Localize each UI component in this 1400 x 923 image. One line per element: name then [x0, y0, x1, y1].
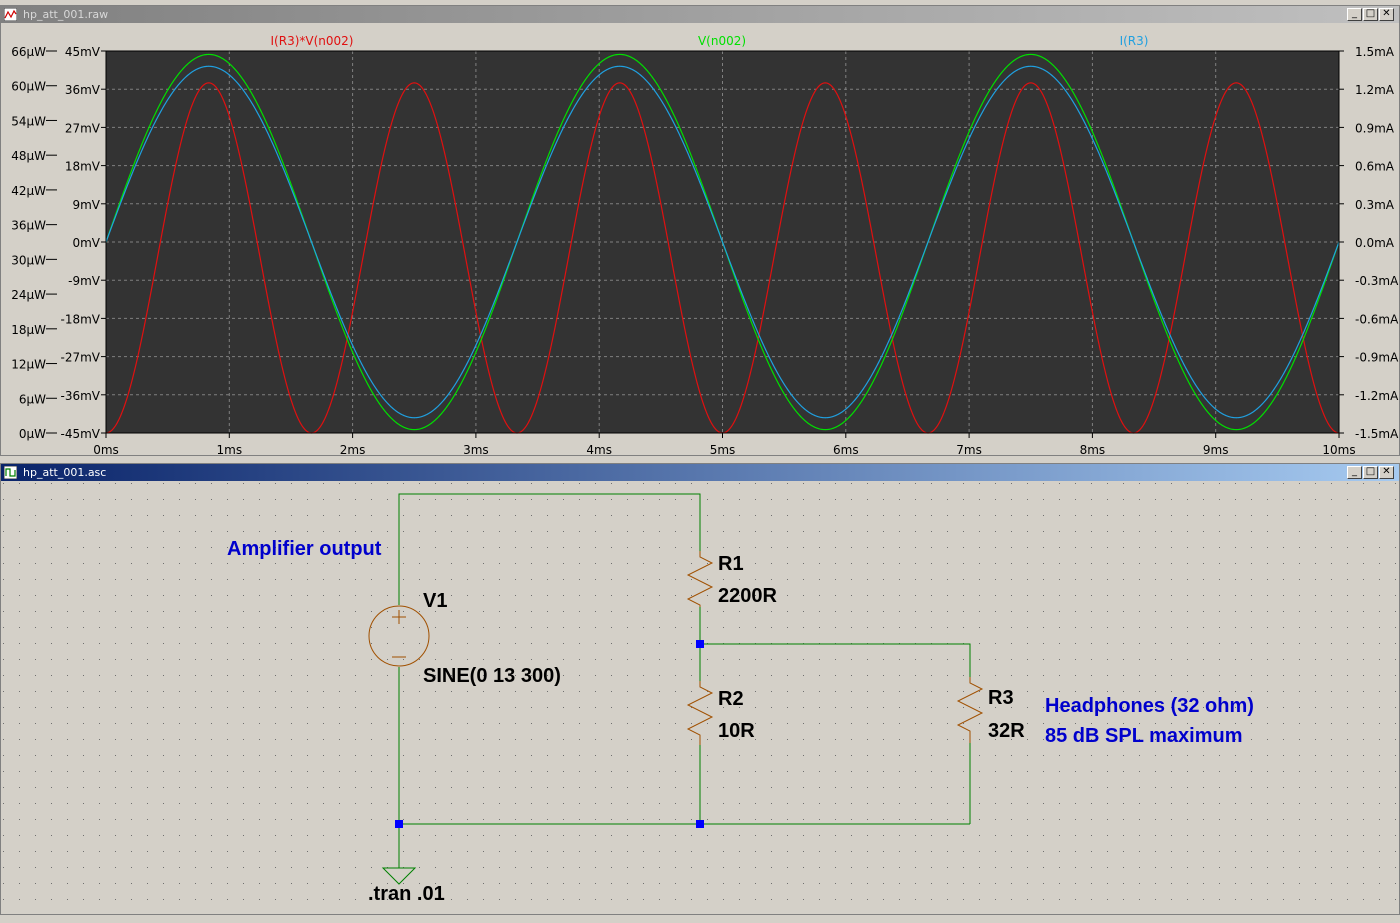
current-axis-label: 0.9mA	[1355, 121, 1395, 135]
voltage-axis-label: -18mV	[61, 312, 101, 326]
junction-node	[696, 640, 704, 648]
current-axis-label: -0.6mA	[1355, 312, 1399, 326]
waveform-window-titlebar[interactable]: hp_att_001.raw _ □ ✕	[1, 6, 1399, 23]
schematic-app-icon	[4, 466, 17, 479]
power-axis-label: 42µW	[11, 184, 46, 198]
close-button[interactable]: ✕	[1379, 8, 1394, 21]
maximize-button[interactable]: □	[1363, 8, 1378, 21]
v1-value-label[interactable]: SINE(0 13 300)	[423, 665, 561, 687]
x-tick-label: 0ms	[93, 443, 119, 455]
current-axis-label: 0.0mA	[1355, 236, 1395, 250]
current-axis-label: -1.5mA	[1355, 427, 1399, 441]
power-axis-label: 48µW	[11, 149, 46, 163]
legend-power-trace[interactable]: I(R3)*V(n002)	[271, 34, 354, 48]
power-axis-label: 30µW	[11, 253, 46, 267]
voltage-axis-label: 9mV	[72, 198, 100, 212]
current-axis-label: 1.5mA	[1355, 45, 1395, 59]
power-axis-label: 36µW	[11, 219, 46, 233]
r1-value-label[interactable]: 2200R	[718, 585, 777, 607]
waveform-plot[interactable]: 0ms 1ms 2ms 3ms 4ms 5ms 6ms 7ms 8ms 9ms 10ms 66µW 60…	[1, 24, 1399, 455]
x-tick-label: 1ms	[217, 443, 243, 455]
current-axis-label: -0.9mA	[1355, 351, 1399, 365]
x-tick-label: 2ms	[340, 443, 366, 455]
x-tick-label: 8ms	[1080, 443, 1106, 455]
voltage-axis-label: -45mV	[61, 427, 101, 441]
schematic-window-titlebar[interactable]: hp_att_001.asc _ □ ✕	[1, 464, 1399, 481]
power-axis-label: 0µW	[19, 427, 46, 441]
power-axis-label: 6µW	[19, 392, 46, 406]
junction-node	[395, 820, 403, 828]
voltage-axis-label: 18mV	[65, 160, 101, 174]
minimize-button[interactable]: _	[1347, 466, 1362, 479]
maximize-button[interactable]: □	[1363, 466, 1378, 479]
x-tick-label: 5ms	[710, 443, 736, 455]
r3-value-label[interactable]: 32R	[988, 720, 1025, 742]
comment-spl[interactable]: 85 dB SPL maximum	[1045, 725, 1242, 747]
power-axis-label: 18µW	[11, 323, 46, 337]
current-axis-label: -0.3mA	[1355, 274, 1399, 288]
comment-amplifier-output[interactable]: Amplifier output	[227, 538, 382, 560]
schematic-window-title: hp_att_001.asc	[23, 466, 107, 479]
comment-headphones[interactable]: Headphones (32 ohm)	[1045, 695, 1254, 717]
spice-directive-tran[interactable]: .tran .01	[368, 883, 445, 905]
voltage-axis-label: -36mV	[61, 389, 101, 403]
v1-name-label[interactable]: V1	[423, 590, 447, 612]
voltage-axis-label: 27mV	[65, 121, 101, 135]
x-tick-label: 4ms	[586, 443, 612, 455]
schematic-window: hp_att_001.asc _ □ ✕ Amplifier output V1…	[0, 463, 1400, 915]
waveform-window-title: hp_att_001.raw	[23, 8, 109, 21]
power-axis-label: 24µW	[11, 288, 46, 302]
r3-name-label[interactable]: R3	[988, 687, 1014, 709]
x-tick-label: 9ms	[1203, 443, 1229, 455]
legend-voltage-trace[interactable]: V(n002)	[698, 34, 746, 48]
power-axis-label: 60µW	[11, 80, 46, 94]
power-axis-label: 12µW	[11, 358, 46, 372]
x-tick-label: 7ms	[956, 443, 982, 455]
r2-value-label[interactable]: 10R	[718, 720, 755, 742]
power-axis-label: 54µW	[11, 114, 46, 128]
current-axis-label: 0.6mA	[1355, 160, 1395, 174]
current-axis-label: -1.2mA	[1355, 389, 1399, 403]
current-axis-label: 0.3mA	[1355, 198, 1395, 212]
voltage-axis-label: 0mV	[72, 236, 100, 250]
voltage-axis-label: -27mV	[61, 351, 101, 365]
voltage-axis-label: -9mV	[68, 274, 101, 288]
power-axis-label: 66µW	[11, 45, 46, 59]
x-tick-label: 3ms	[463, 443, 489, 455]
junction-node	[696, 820, 704, 828]
x-tick-label: 10ms	[1322, 443, 1355, 455]
waveform-app-icon	[4, 8, 17, 21]
minimize-button[interactable]: _	[1347, 8, 1362, 21]
close-button[interactable]: ✕	[1379, 466, 1394, 479]
r2-name-label[interactable]: R2	[718, 688, 744, 710]
voltage-axis-label: 36mV	[65, 83, 101, 97]
current-axis-label: 1.2mA	[1355, 83, 1395, 97]
x-tick-label: 6ms	[833, 443, 859, 455]
voltage-axis-label: 45mV	[65, 45, 101, 59]
r1-name-label[interactable]: R1	[718, 553, 744, 575]
waveform-window: hp_att_001.raw _ □ ✕ 0ms 1ms 2ms 3ms 4ms 5ms 6…	[0, 5, 1400, 456]
legend-current-trace[interactable]: I(R3)	[1120, 34, 1149, 48]
schematic-canvas[interactable]: Amplifier output V1 SINE(0 13 300) R1 22…	[3, 483, 1397, 913]
